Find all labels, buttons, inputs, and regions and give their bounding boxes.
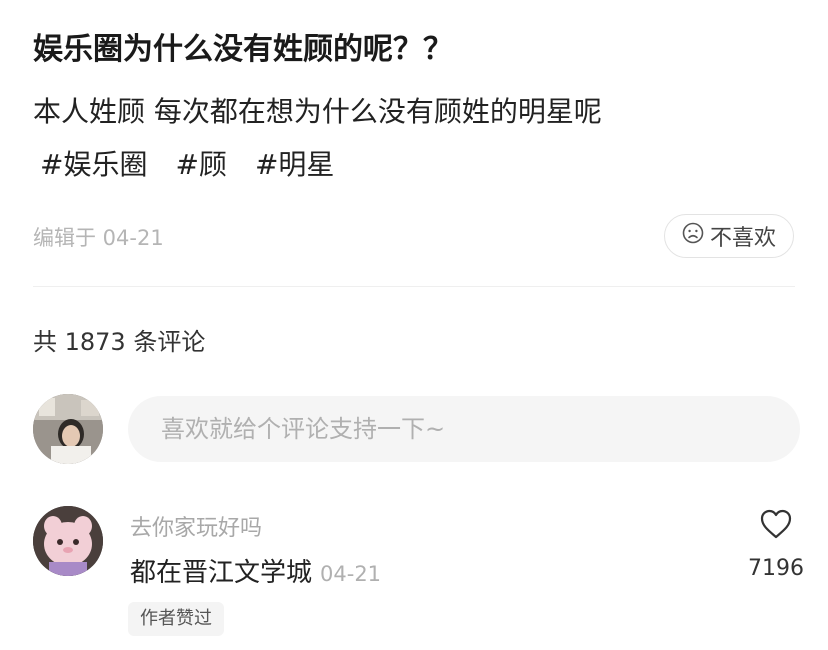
dislike-label: 不喜欢 <box>709 226 776 251</box>
tag-gu[interactable]: #顾 <box>175 143 226 183</box>
edited-timestamp: 编辑于 04-21 <box>33 226 164 250</box>
heart-outline-icon[interactable] <box>759 508 793 544</box>
current-user-avatar[interactable] <box>33 394 103 464</box>
comment-body: 都在晋江文学城 04-21 <box>130 552 381 589</box>
comment-input[interactable] <box>128 396 800 462</box>
commenter-avatar[interactable] <box>33 506 103 576</box>
divider <box>33 286 795 287</box>
tag-entertainment[interactable]: #娱乐圈 <box>40 143 147 183</box>
comment-count: 共 1873 条评论 <box>33 328 206 356</box>
comment-date: 04-21 <box>320 562 382 586</box>
tag-celebrity[interactable]: #明星 <box>255 143 334 183</box>
post-body: 本人姓顾 每次都在想为什么没有顾姓的明星呢 <box>33 95 602 128</box>
author-liked-badge: 作者赞过 <box>128 602 224 636</box>
sad-face-icon <box>682 222 704 250</box>
dislike-button[interactable]: 不喜欢 <box>664 214 794 258</box>
post-title: 娱乐圈为什么没有姓顾的呢？？ <box>33 32 453 67</box>
tag-list: #娱乐圈 #顾 #明星 <box>40 143 334 183</box>
like-count: 7196 <box>748 556 804 581</box>
comment-like[interactable]: 7196 <box>740 508 812 581</box>
commenter-username[interactable]: 去你家玩好吗 <box>130 510 262 542</box>
comment-text: 都在晋江文学城 <box>130 558 313 588</box>
